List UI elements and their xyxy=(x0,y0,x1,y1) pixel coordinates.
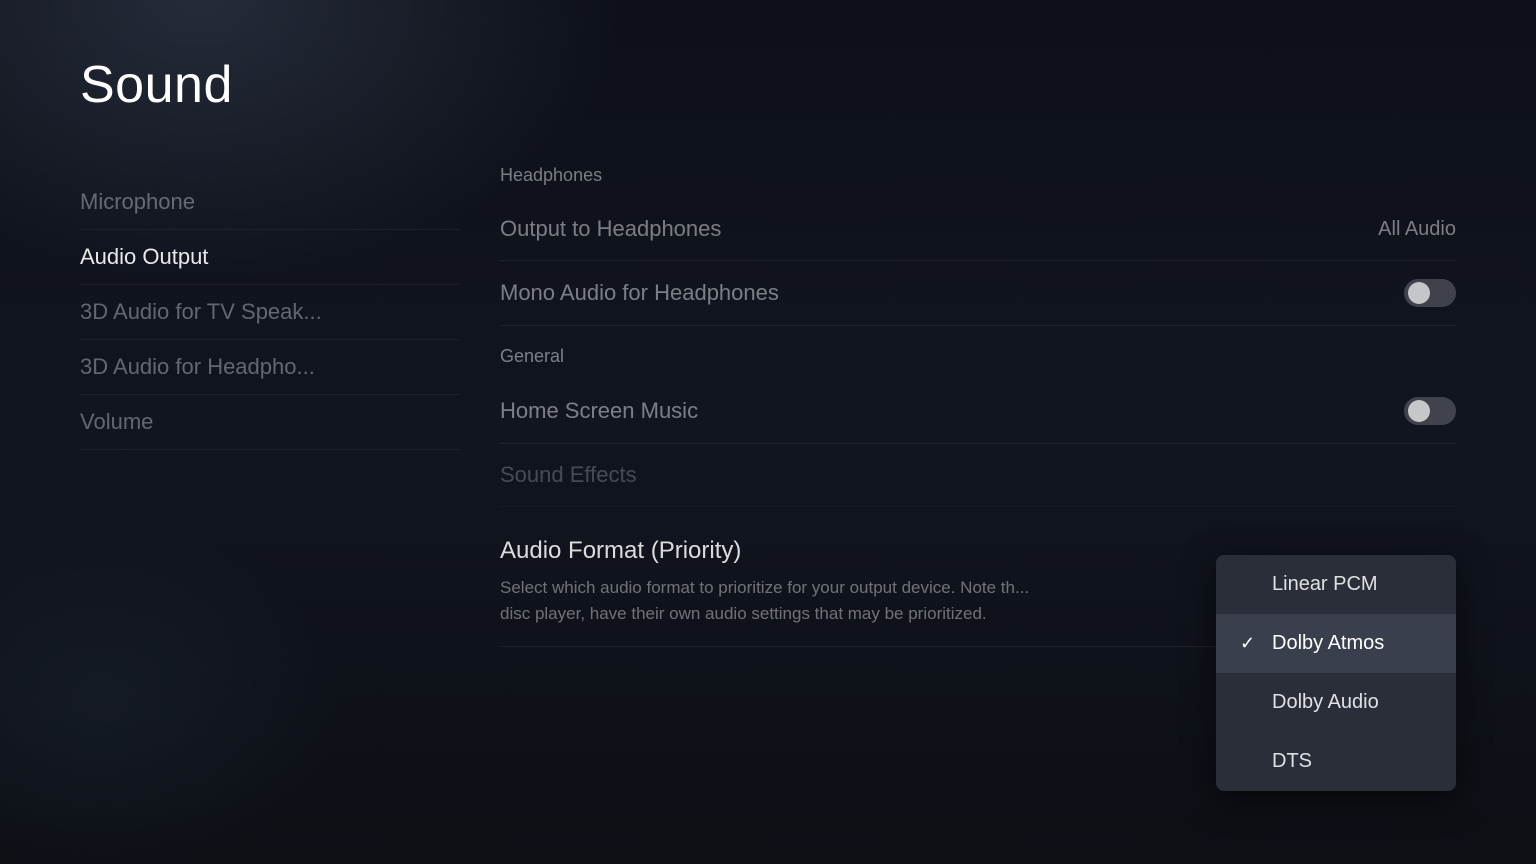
dropdown-item-dolby-atmos[interactable]: ✓ Dolby Atmos xyxy=(1216,614,1456,673)
page-title: Sound xyxy=(80,55,1456,115)
dropdown-item-dolby-audio[interactable]: Dolby Audio xyxy=(1216,673,1456,732)
sound-effects-row[interactable]: Sound Effects xyxy=(500,444,1456,507)
toggle-knob xyxy=(1408,282,1430,304)
toggle-knob-2 xyxy=(1408,400,1430,422)
dropdown-item-linear-pcm[interactable]: Linear PCM xyxy=(1216,555,1456,614)
dts-label: DTS xyxy=(1272,750,1312,773)
dolby-audio-label: Dolby Audio xyxy=(1272,691,1379,714)
output-to-headphones-value: All Audio xyxy=(1378,218,1456,241)
output-to-headphones-label: Output to Headphones xyxy=(500,216,721,242)
sidebar-item-volume[interactable]: Volume xyxy=(80,395,460,450)
audio-format-description: Select which audio format to prioritize … xyxy=(500,575,1050,626)
main-content: Headphones Output to Headphones All Audi… xyxy=(460,165,1456,647)
checkmark-icon: ✓ xyxy=(1240,633,1260,654)
general-section-label: General xyxy=(500,346,1456,371)
sidebar: Microphone Audio Output 3D Audio for TV … xyxy=(80,165,460,647)
dolby-atmos-label: Dolby Atmos xyxy=(1272,632,1384,655)
sidebar-item-audio-output[interactable]: Audio Output xyxy=(80,230,460,285)
linear-pcm-label: Linear PCM xyxy=(1272,573,1378,596)
mono-audio-toggle[interactable] xyxy=(1404,279,1456,307)
mono-audio-row[interactable]: Mono Audio for Headphones xyxy=(500,261,1456,326)
sidebar-item-3d-audio-headphones[interactable]: 3D Audio for Headpho... xyxy=(80,340,460,395)
home-screen-music-toggle[interactable] xyxy=(1404,397,1456,425)
output-to-headphones-row[interactable]: Output to Headphones All Audio xyxy=(500,198,1456,261)
general-section: General Home Screen Music Sound Effects xyxy=(500,346,1456,507)
audio-format-dropdown: Linear PCM ✓ Dolby Atmos Dolby Audio DTS xyxy=(1216,555,1456,791)
sidebar-item-microphone[interactable]: Microphone xyxy=(80,175,460,230)
headphones-section-label: Headphones xyxy=(500,165,1456,190)
sidebar-item-3d-audio-tv[interactable]: 3D Audio for TV Speak... xyxy=(80,285,460,340)
mono-audio-label: Mono Audio for Headphones xyxy=(500,280,779,306)
home-screen-music-label: Home Screen Music xyxy=(500,398,698,424)
dropdown-item-dts[interactable]: DTS xyxy=(1216,732,1456,791)
sound-effects-label: Sound Effects xyxy=(500,462,637,488)
home-screen-music-row[interactable]: Home Screen Music xyxy=(500,379,1456,444)
headphones-section: Headphones Output to Headphones All Audi… xyxy=(500,165,1456,326)
